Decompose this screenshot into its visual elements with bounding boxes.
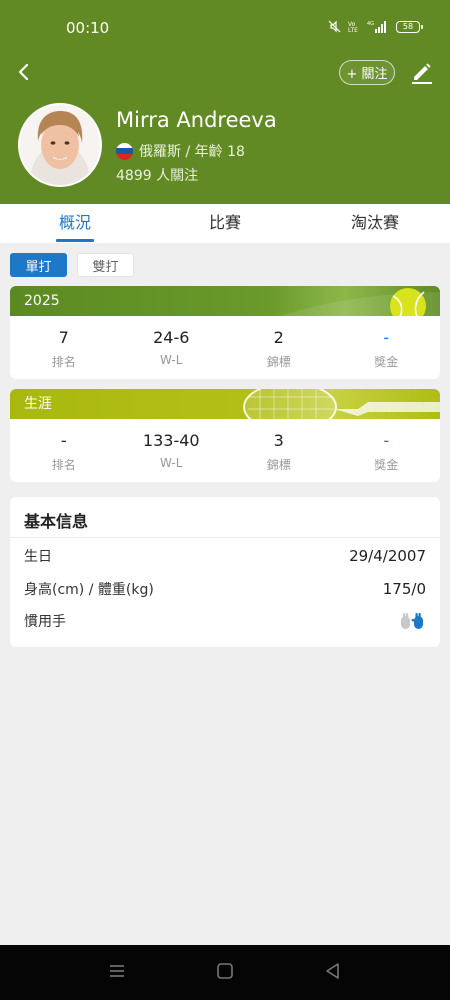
- stat-prize-money: - 獎金: [333, 316, 441, 379]
- stat-value: 133-40: [142, 431, 200, 450]
- stat-label: W-L: [160, 353, 183, 367]
- stat-win-loss: 133-40 W-L: [118, 419, 226, 482]
- tennis-racket-icon: [243, 389, 440, 419]
- home-icon[interactable]: [216, 961, 234, 981]
- followers-count: 4899 人關注: [116, 168, 199, 184]
- birthday-row: 生日 29/4/2007: [24, 545, 426, 567]
- stat-value: -: [60, 431, 67, 450]
- handedness-label: 慣用手: [24, 614, 66, 630]
- stat-value: 24-6: [153, 328, 190, 347]
- career-stats-row: - 排名 133-40 W-L 3 錦標 - 獎金: [10, 419, 440, 482]
- status-time: 00:10: [66, 19, 110, 37]
- nationality-age: 俄羅斯 / 年齡 18: [139, 144, 245, 160]
- singles-toggle[interactable]: 單打: [10, 253, 67, 277]
- height-weight-label: 身高(cm) / 體重(kg): [24, 582, 154, 598]
- system-nav-bar: [0, 945, 450, 1000]
- birthday-value: 29/4/2007: [349, 547, 426, 565]
- career-stats-card: 生涯 - 排名 133-40 W-L 3 錦標 - 獎金: [10, 389, 440, 482]
- stat-prize-money: - 獎金: [333, 419, 441, 482]
- status-icons: Vo LTE 4G 58: [328, 20, 423, 33]
- birthday-label: 生日: [24, 549, 52, 565]
- stat-label: 獎金: [374, 355, 399, 369]
- career-stats-header: 生涯: [10, 389, 440, 419]
- stat-win-loss: 24-6 W-L: [118, 316, 226, 379]
- volte-icon: Vo LTE: [348, 21, 358, 33]
- player-avatar: [18, 103, 102, 187]
- career-title: 生涯: [24, 396, 52, 412]
- stat-label: 排名: [51, 458, 76, 472]
- height-weight-value: 175/0: [382, 580, 426, 598]
- chevron-left-icon: [18, 63, 29, 81]
- season-title: 2025: [24, 293, 60, 309]
- player-photo: [20, 105, 100, 185]
- tab-matches[interactable]: 比賽: [150, 204, 300, 243]
- stat-label: 排名: [51, 355, 76, 369]
- edit-button[interactable]: [408, 58, 436, 86]
- stat-value: -: [383, 328, 390, 347]
- stat-label: 錦標: [266, 458, 291, 472]
- handedness-row: 慣用手: [24, 610, 426, 632]
- stat-value: -: [383, 431, 390, 450]
- status-bar: 00:10 Vo LTE 4G 58: [0, 0, 450, 56]
- stat-ranking: - 排名: [10, 419, 118, 482]
- svg-text:4G: 4G: [367, 21, 374, 27]
- stat-value: 3: [273, 431, 284, 450]
- follow-button[interactable]: + 關注: [339, 60, 395, 85]
- svg-text:LTE: LTE: [348, 27, 358, 33]
- stat-value: 2: [273, 328, 284, 347]
- battery-icon: 58: [396, 20, 423, 33]
- doubles-toggle[interactable]: 雙打: [77, 253, 134, 277]
- back-button[interactable]: [10, 58, 38, 88]
- signal-icon: 4G: [367, 21, 386, 33]
- back-triangle-icon[interactable]: [324, 961, 342, 981]
- season-stats-row: 7 排名 24-6 W-L 2 錦標 - 獎金: [10, 316, 440, 379]
- mute-icon: [328, 20, 341, 33]
- russia-flag-icon: [116, 142, 133, 160]
- tennis-ball-icon: [280, 288, 440, 316]
- season-stats-header: 2025: [10, 286, 440, 316]
- stat-label: 獎金: [374, 458, 399, 472]
- tab-knockout[interactable]: 淘汰賽: [300, 204, 450, 243]
- pencil-icon: [412, 63, 432, 84]
- divider: [10, 537, 440, 538]
- player-name: Mirra Andreeva: [116, 108, 277, 132]
- stat-value: 7: [58, 328, 69, 347]
- nationality-row: 俄羅斯 / 年齡 18: [116, 141, 245, 161]
- season-stats-card: 2025 7 排名 24-6 W-L 2 錦標 - 獎金: [10, 286, 440, 379]
- basic-info-title: 基本信息: [24, 512, 89, 531]
- stat-titles: 2 錦標: [225, 316, 333, 379]
- tab-bar: 概況 比賽 淘汰賽: [0, 204, 450, 243]
- right-hand-icon: [401, 613, 423, 629]
- follow-label: + 關注: [346, 67, 388, 82]
- tab-overview[interactable]: 概況: [0, 204, 150, 243]
- menu-icon[interactable]: [108, 961, 126, 981]
- stat-label: W-L: [160, 456, 183, 470]
- stat-titles: 3 錦標: [225, 419, 333, 482]
- height-weight-row: 身高(cm) / 體重(kg) 175/0: [24, 578, 426, 600]
- stat-label: 錦標: [266, 355, 291, 369]
- stat-ranking: 7 排名: [10, 316, 118, 379]
- basic-info-card: 基本信息 生日 29/4/2007 身高(cm) / 體重(kg) 175/0 …: [10, 497, 440, 647]
- player-header: 00:10 Vo LTE 4G 58 + 關注 Mirra Andreeva 俄…: [0, 0, 450, 204]
